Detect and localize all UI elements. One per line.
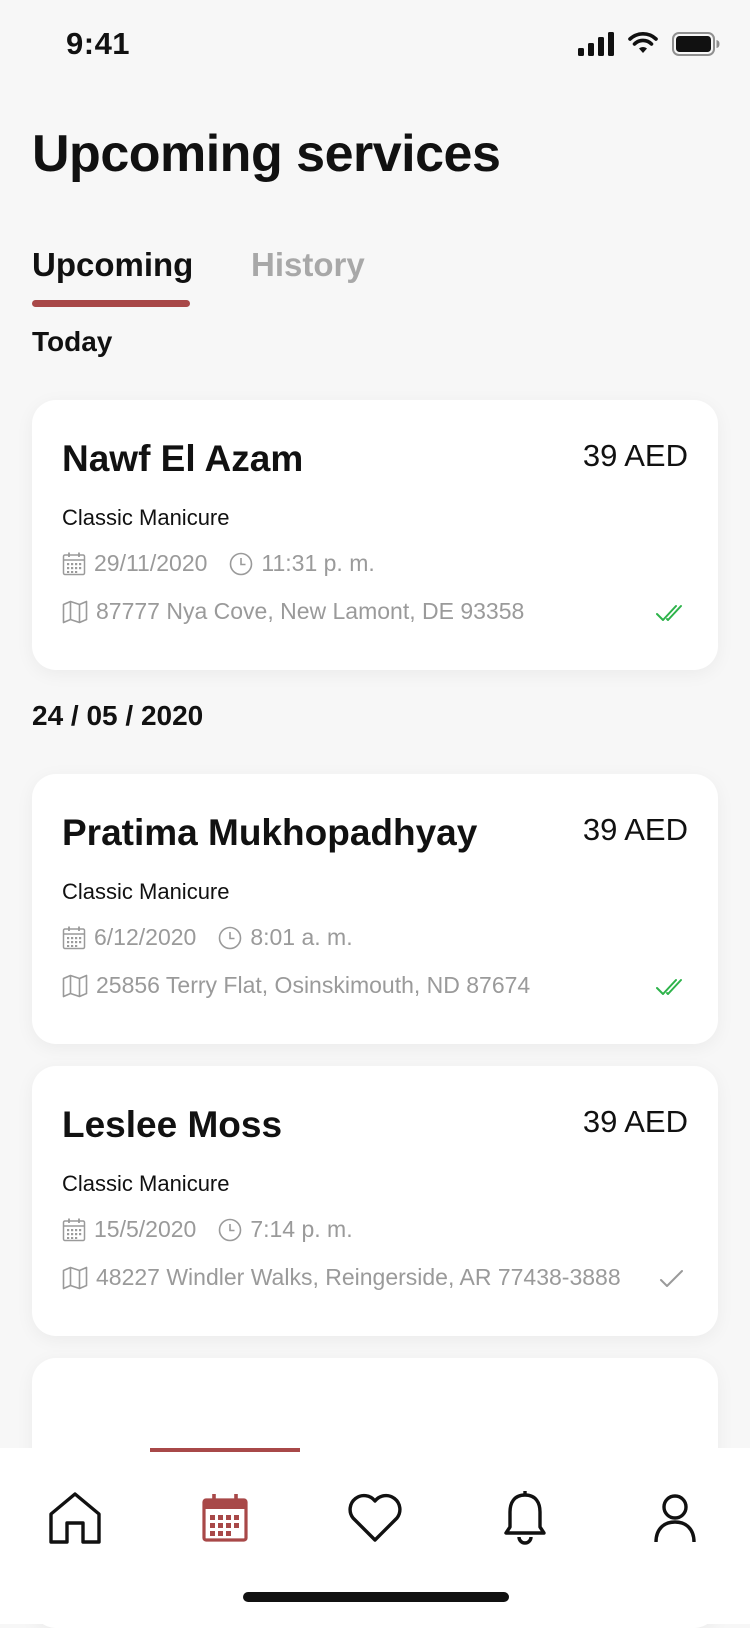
clock-icon <box>229 552 253 576</box>
tab-history[interactable]: History <box>251 246 365 284</box>
appointment-time: 8:01 a. m. <box>250 924 353 950</box>
nav-calendar[interactable] <box>150 1484 300 1556</box>
client-name: Leslee Moss <box>62 1104 283 1145</box>
map-icon <box>62 1266 88 1290</box>
service-name: Classic Manicure <box>62 1171 230 1196</box>
service-name: Classic Manicure <box>62 505 230 530</box>
bell-icon <box>503 1490 547 1550</box>
user-icon <box>653 1493 697 1548</box>
status-time: 9:41 <box>66 26 131 61</box>
appointment-card[interactable]: Leslee Moss 39 AED Classic Manicure 15/5… <box>32 1066 718 1336</box>
address-row: 25856 Terry Flat, Osinskimouth, ND 87674 <box>62 972 530 999</box>
calendar-icon <box>202 1493 248 1547</box>
appointment-address: 48227 Windler Walks, Reingerside, AR 774… <box>96 1264 621 1290</box>
appointment-card[interactable]: Pratima Mukhopadhyay 39 AED Classic Mani… <box>32 774 718 1044</box>
nav-profile[interactable] <box>600 1484 750 1556</box>
status-icons <box>578 31 720 61</box>
date-time-row: 29/11/2020 11:31 p. m. <box>62 550 375 577</box>
status-bar: 9:41 <box>0 0 750 92</box>
active-tab-indicator <box>32 300 190 307</box>
appointment-date: 15/5/2020 <box>94 1216 197 1242</box>
clock-icon <box>218 1218 242 1242</box>
appointment-address: 25856 Terry Flat, Osinskimouth, ND 87674 <box>96 972 531 998</box>
single-check-icon <box>656 1269 688 1294</box>
double-check-icon <box>656 977 688 1002</box>
address-row: 87777 Nya Cove, New Lamont, DE 93358 <box>62 598 524 625</box>
address-row: 48227 Windler Walks, Reingerside, AR 774… <box>62 1264 621 1291</box>
tab-upcoming[interactable]: Upcoming <box>32 246 193 284</box>
client-name: Nawf El Azam <box>62 438 304 479</box>
nav-notifications[interactable] <box>450 1484 600 1556</box>
calendar-icon <box>62 1218 86 1242</box>
service-price: 39 AED <box>582 438 688 473</box>
home-indicator[interactable] <box>243 1592 509 1602</box>
wifi-icon <box>628 31 658 61</box>
service-price: 39 AED <box>582 812 688 847</box>
date-time-row: 6/12/2020 8:01 a. m. <box>62 924 353 951</box>
client-name: Pratima Mukhopadhyay <box>62 812 478 853</box>
cellular-signal-icon <box>578 31 614 61</box>
section-label-date: 24 / 05 / 2020 <box>32 700 204 731</box>
heart-icon <box>346 1493 404 1548</box>
double-check-icon <box>656 603 688 628</box>
clock-icon <box>218 926 242 950</box>
page-title: Upcoming services <box>32 125 501 183</box>
service-name: Classic Manicure <box>62 879 230 904</box>
appointment-date: 6/12/2020 <box>94 924 197 950</box>
home-icon <box>47 1491 103 1550</box>
map-icon <box>62 600 88 624</box>
appointment-time: 11:31 p. m. <box>261 550 375 576</box>
nav-favorites[interactable] <box>300 1484 450 1556</box>
appointment-address: 87777 Nya Cove, New Lamont, DE 93358 <box>96 598 525 624</box>
service-price: 39 AED <box>582 1104 688 1139</box>
calendar-icon <box>62 926 86 950</box>
map-icon <box>62 974 88 998</box>
calendar-icon <box>62 552 86 576</box>
battery-icon <box>672 31 720 61</box>
date-time-row: 15/5/2020 7:14 p. m. <box>62 1216 353 1243</box>
appointment-date: 29/11/2020 <box>94 550 208 576</box>
appointment-card[interactable]: Nawf El Azam 39 AED Classic Manicure 29/… <box>32 400 718 670</box>
nav-home[interactable] <box>0 1484 150 1556</box>
appointment-time: 7:14 p. m. <box>250 1216 353 1242</box>
section-label-today: Today <box>32 326 113 357</box>
active-nav-indicator <box>150 1448 300 1452</box>
